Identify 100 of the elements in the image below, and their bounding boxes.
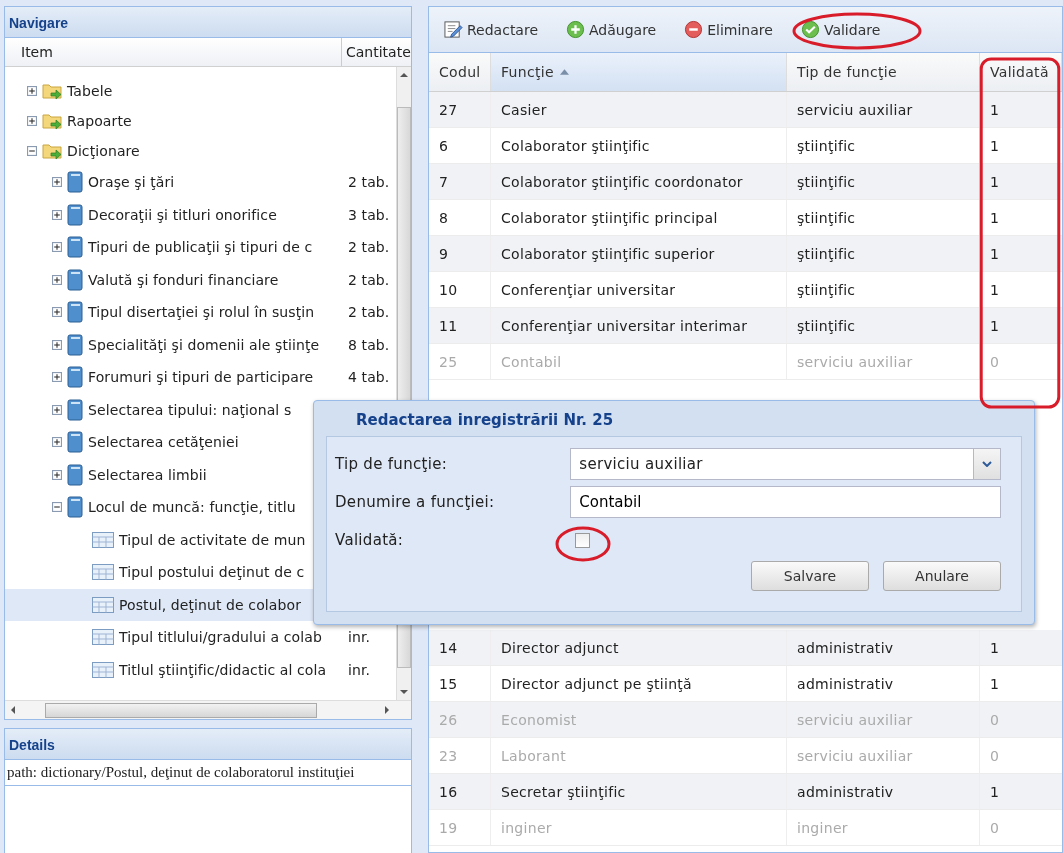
expand-icon[interactable] (27, 86, 37, 96)
expand-icon[interactable] (52, 242, 62, 253)
tree-item[interactable]: Tipul postului deţinut de c (5, 556, 396, 589)
book-icon (67, 236, 83, 259)
tree-item[interactable]: Rapoarte (5, 106, 396, 136)
column-header[interactable]: Tip de funcţie (787, 53, 980, 91)
field-label: Tip de funcţie: (335, 455, 449, 473)
column-header[interactable]: Validată (980, 53, 1062, 91)
code-cell: 26 (429, 702, 491, 737)
expand-icon[interactable] (52, 307, 62, 318)
code-cell: 7 (429, 164, 491, 199)
function-name-field[interactable]: Contabil (570, 486, 1001, 518)
tree-item[interactable]: Forumuri şi tipuri de participare 4 tab. (5, 361, 396, 394)
code-cell: 23 (429, 738, 491, 773)
save-button[interactable]: Salvare (751, 561, 869, 591)
tree-item[interactable]: Oraşe şi ţări 2 tab. (5, 166, 396, 199)
expand-icon[interactable] (52, 274, 62, 285)
grid-row[interactable]: 9 Colaborator ştiinţific superior ştiinţific 1 (429, 236, 1062, 272)
validated-cell-text: 1 (989, 172, 1001, 192)
add-button[interactable]: Adăugare (563, 18, 660, 41)
collapse-icon[interactable] (27, 146, 37, 156)
function-cell: Director adjunct (491, 630, 787, 665)
path-text: path: dictionary/Postul, deţinut de colaboratorul instituţiei (5, 760, 411, 786)
type-cell: serviciu auxiliar (787, 92, 980, 127)
grid-row[interactable]: 7 Colaborator ştiinţific coordonator ştiinţific 1 (429, 164, 1062, 200)
validated-cell-text: 1 (989, 280, 1001, 300)
horizontal-scrollbar[interactable] (5, 700, 411, 719)
book-icon (67, 463, 83, 486)
folder-icon (42, 82, 62, 100)
book-icon (67, 268, 83, 291)
function-cell: Director adjunct pe ştiinţă (491, 666, 787, 701)
tree-item[interactable]: Titlul ştiinţific/didactic al cola inr. (5, 653, 396, 686)
expand-icon[interactable] (52, 469, 62, 480)
function-cell: Colaborator ştiinţific coordonator (491, 164, 787, 199)
validated-cell-text: 0 (989, 818, 1001, 838)
function-cell: Colaborator ştiinţific principal (491, 200, 787, 235)
collapse-icon[interactable] (52, 502, 62, 513)
type-cell: administrativ (787, 666, 980, 701)
validated-cell-text: 1 (989, 674, 1001, 694)
tree-item[interactable]: Tipul titlului/gradului a colab inr. (5, 621, 396, 654)
tree-item[interactable]: Dicţionare (5, 136, 396, 166)
caret-icon (982, 461, 992, 467)
validated-cell-text: 1 (989, 638, 1001, 658)
type-cell: serviciu auxiliar (787, 702, 980, 737)
table-icon (92, 564, 114, 581)
book-icon (67, 398, 83, 421)
expand-icon[interactable] (52, 209, 62, 220)
panel-title: Navigare (5, 7, 411, 38)
expand-icon[interactable] (27, 116, 37, 126)
function-type-dropdown[interactable]: serviciu auxiliar (570, 448, 1001, 480)
edit-button[interactable]: Redactare (441, 18, 541, 41)
validated-checkbox[interactable] (575, 532, 590, 548)
tree-item[interactable]: Valută şi fonduri financiare 2 tab. (5, 263, 396, 296)
quantity-text: 4 tab. (348, 369, 390, 386)
cancel-button[interactable]: Anulare (883, 561, 1001, 591)
tree-item[interactable]: Tipul disertaţiei şi rolul în susţin 2 tab. (5, 296, 396, 329)
column-header[interactable]: Funcţie (491, 53, 787, 91)
quantity-text: 2 tab. (348, 271, 390, 288)
field-label: Denumire a funcţiei: (335, 493, 496, 511)
type-cell: ştiinţific (787, 272, 980, 307)
grid-row[interactable]: 14 Director adjunct administrativ 1 (429, 630, 1062, 666)
checkmark-icon (800, 20, 820, 39)
quantity-text: 8 tab. (348, 336, 390, 353)
grid-row[interactable]: 11 Conferenţiar universitar interimar ştiinţific 1 (429, 308, 1062, 344)
grid-row[interactable]: 27 Casier serviciu auxiliar 1 (429, 92, 1062, 128)
validated-cell-text: 0 (989, 352, 1001, 372)
book-icon (67, 496, 83, 519)
expand-icon[interactable] (52, 404, 62, 415)
quantity-text: 2 tab. (348, 174, 390, 191)
tree-item[interactable]: Specialităţi şi domenii ale ştiinţe 8 tab. (5, 328, 396, 361)
remove-button[interactable]: Eliminare (681, 18, 776, 41)
expand-icon[interactable] (52, 177, 62, 188)
quantity-text: 3 tab. (348, 206, 390, 223)
code-cell: 14 (429, 630, 491, 665)
validated-cell-text: 0 (989, 746, 1001, 766)
code-cell: 15 (429, 666, 491, 701)
remove-icon (684, 20, 704, 39)
quantity-text: 2 tab. (348, 304, 390, 321)
quantity-text: inr. (348, 661, 371, 678)
function-cell: Economist (491, 702, 787, 737)
column-header[interactable]: Cantitate (342, 44, 411, 60)
book-icon (67, 171, 83, 194)
grid-row[interactable]: 16 Secretar ştiinţific administrativ 1 (429, 774, 1062, 810)
expand-icon[interactable] (52, 437, 62, 448)
expand-icon[interactable] (52, 339, 62, 350)
code-cell: 11 (429, 308, 491, 343)
table-icon (92, 661, 114, 678)
validated-cell-text: 1 (989, 244, 1001, 264)
table-icon (92, 531, 114, 548)
book-icon (67, 366, 83, 389)
pencil-icon (444, 20, 463, 39)
tree-item[interactable]: Decoraţii şi titluri onorifice 3 tab. (5, 198, 396, 231)
type-cell: serviciu auxiliar (787, 738, 980, 773)
tree-item[interactable]: Tabele (5, 76, 396, 106)
type-cell: ştiinţific (787, 308, 980, 343)
column-header[interactable]: Item (5, 38, 342, 66)
type-cell: ştiinţific (787, 128, 980, 163)
expand-icon[interactable] (52, 372, 62, 383)
type-cell: administrativ (787, 630, 980, 665)
tree-item[interactable]: Tipuri de publicaţii şi tipuri de c 2 tab. (5, 231, 396, 264)
